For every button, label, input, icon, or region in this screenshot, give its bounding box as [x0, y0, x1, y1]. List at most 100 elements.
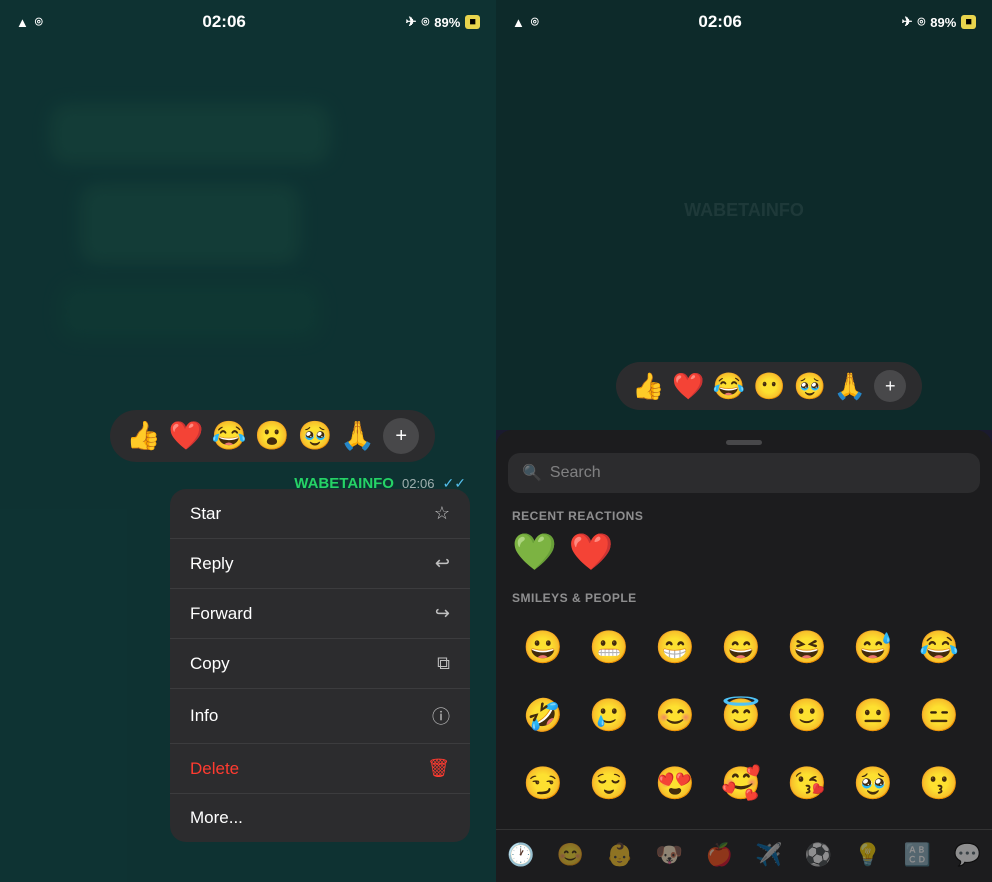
- context-menu-star[interactable]: Star ☆: [170, 489, 470, 539]
- emoji-category-bar: 🕐 😊 👶 🐶 🍎 ✈️ ⚽ 💡 🔠 💬: [496, 829, 992, 882]
- right-reaction-neutral[interactable]: 😶: [753, 373, 785, 399]
- emoji-smiling-hearts[interactable]: 🥰: [710, 753, 772, 813]
- reaction-pray[interactable]: 🙏: [340, 422, 375, 450]
- emoji-relieved2[interactable]: 😌: [578, 753, 640, 813]
- right-status-time: 02:06: [698, 12, 741, 32]
- recent-emoji-2[interactable]: ❤️: [569, 531, 614, 573]
- reaction-crying[interactable]: 🥹: [298, 422, 333, 450]
- wifi-icon: ⌾: [35, 14, 43, 30]
- emoji-sweat-smile[interactable]: 😅: [842, 617, 904, 677]
- battery-icon: ■: [465, 15, 480, 29]
- reaction-laugh[interactable]: 😂: [212, 422, 247, 450]
- status-time: 02:06: [202, 12, 245, 32]
- right-panel: ▲ ⌾ 02:06 ✈ ⌾ 89% ■ WABETAINFO 👍 ❤️ 😂 😶 …: [496, 0, 992, 882]
- status-right-icons: ✈ ⌾ 89% ■: [406, 14, 480, 30]
- category-food[interactable]: 🍎: [701, 838, 736, 872]
- right-reaction-heart[interactable]: ❤️: [672, 373, 704, 399]
- recent-reactions-label: RECENT REACTIONS: [496, 503, 992, 531]
- context-menu-reply[interactable]: Reply ↩: [170, 539, 470, 589]
- emoji-beaming[interactable]: 😁: [644, 617, 706, 677]
- reaction-more-button[interactable]: +: [383, 418, 419, 454]
- battery-percent: 89%: [434, 15, 460, 30]
- category-recent[interactable]: 🕐: [503, 838, 538, 872]
- right-reaction-more-button[interactable]: +: [874, 370, 906, 402]
- emoji-rolling-laugh[interactable]: 🤣: [512, 685, 574, 745]
- emoji-innocent[interactable]: 😇: [710, 685, 772, 745]
- context-menu-info[interactable]: Info ⓘ: [170, 689, 470, 744]
- right-top-bg: ▲ ⌾ 02:06 ✈ ⌾ 89% ■ WABETAINFO 👍 ❤️ 😂 😶 …: [496, 0, 992, 430]
- emoji-expressionless[interactable]: 😑: [908, 685, 970, 745]
- category-animals[interactable]: 🐶: [652, 838, 687, 872]
- right-airplane-icon: ✈: [902, 14, 913, 30]
- star-icon: ☆: [434, 503, 450, 524]
- emoji-grin[interactable]: 😄: [710, 617, 772, 677]
- wifi-icon-2: ⌾: [421, 14, 429, 30]
- right-wifi-icon: ⌾: [531, 14, 539, 30]
- reply-icon: ↩: [435, 553, 450, 574]
- category-activities[interactable]: ⚽: [801, 838, 836, 872]
- delete-label: Delete: [190, 759, 239, 779]
- emoji-grimacing[interactable]: 😬: [578, 617, 640, 677]
- reaction-surprised[interactable]: 😮: [255, 422, 290, 450]
- reply-label: Reply: [190, 554, 233, 574]
- emoji-kissing-heart[interactable]: 😘: [776, 753, 838, 813]
- category-objects[interactable]: 💡: [850, 838, 885, 872]
- emoji-grid: 😀 😬 😁 😄 😆 😅 😂 🤣 🥲 😊 😇 🙂 😐 😑 😏 😌: [496, 613, 992, 829]
- reaction-bar: 👍 ❤️ 😂 😮 🥹 🙏 +: [110, 410, 435, 462]
- status-left-icons: ▲ ⌾: [16, 14, 43, 30]
- emoji-rofl[interactable]: 😂: [908, 617, 970, 677]
- forward-icon: ↪: [435, 603, 450, 624]
- copy-icon: ⧉: [437, 653, 450, 674]
- context-menu-forward[interactable]: Forward ↪: [170, 589, 470, 639]
- right-reaction-pray[interactable]: 🙏: [834, 373, 866, 399]
- emoji-kissing[interactable]: 😗: [908, 753, 970, 813]
- emoji-heart-eyes[interactable]: 😍: [644, 753, 706, 813]
- category-symbols[interactable]: 🔠: [900, 838, 935, 872]
- right-reaction-bar: 👍 ❤️ 😂 😶 🥹 🙏 +: [616, 362, 922, 410]
- smileys-label: SMILEYS & PEOPLE: [496, 585, 992, 613]
- emoji-row-2: 🤣 🥲 😊 😇 🙂 😐 😑: [504, 681, 984, 749]
- emoji-smiling-tear[interactable]: 🥲: [578, 685, 640, 745]
- right-reaction-teary[interactable]: 🥹: [794, 373, 826, 399]
- right-signal-icon: ▲: [512, 15, 525, 30]
- emoji-grinning[interactable]: 😀: [512, 617, 574, 677]
- category-people[interactable]: 👶: [602, 838, 637, 872]
- context-menu-copy[interactable]: Copy ⧉: [170, 639, 470, 689]
- recent-emoji-1[interactable]: 💚: [512, 531, 557, 573]
- search-icon: 🔍: [522, 463, 542, 483]
- emoji-bottom-sheet: 🔍 Search RECENT REACTIONS 💚 ❤️ SMILEYS &…: [496, 430, 992, 882]
- star-label: Star: [190, 504, 221, 524]
- emoji-laughing[interactable]: 😆: [776, 617, 838, 677]
- emoji-row-3: 😏 😌 😍 🥰 😘 🥹 😗: [504, 749, 984, 817]
- emoji-smirk[interactable]: 😏: [512, 753, 574, 813]
- right-wifi-icon-2: ⌾: [917, 14, 925, 30]
- right-reaction-thumbsup[interactable]: 👍: [632, 373, 664, 399]
- category-travel[interactable]: ✈️: [751, 838, 786, 872]
- forward-label: Forward: [190, 604, 252, 624]
- trash-icon: 🗑: [427, 758, 450, 779]
- right-reaction-laugh[interactable]: 😂: [713, 373, 745, 399]
- copy-label: Copy: [190, 654, 230, 674]
- search-placeholder: Search: [550, 464, 601, 482]
- context-menu-delete[interactable]: Delete 🗑: [170, 744, 470, 794]
- left-panel: ▲ ⌾ 02:06 ✈ ⌾ 89% ■ WABETAINFO 👍 ❤️ 😂 😮 …: [0, 0, 496, 882]
- emoji-relieved[interactable]: 😊: [644, 685, 706, 745]
- reaction-thumbsup[interactable]: 👍: [126, 422, 161, 450]
- emoji-neutral[interactable]: 😐: [842, 685, 904, 745]
- plus-icon: +: [395, 425, 407, 448]
- context-menu-more[interactable]: More...: [170, 794, 470, 842]
- reaction-heart[interactable]: ❤️: [169, 422, 204, 450]
- right-battery-percent: 89%: [930, 15, 956, 30]
- category-smileys[interactable]: 😊: [553, 838, 588, 872]
- emoji-search-bar[interactable]: 🔍 Search: [508, 453, 980, 493]
- signal-icon: ▲: [16, 15, 29, 30]
- right-plus-icon: +: [885, 376, 896, 397]
- emoji-slightly-smiling[interactable]: 🙂: [776, 685, 838, 745]
- right-status-left-icons: ▲ ⌾: [512, 14, 539, 30]
- category-flags[interactable]: 💬: [949, 838, 984, 872]
- right-status-bar: ▲ ⌾ 02:06 ✈ ⌾ 89% ■: [496, 0, 992, 44]
- right-watermark: WABETAINFO: [684, 200, 804, 221]
- recent-reactions-row: 💚 ❤️: [496, 531, 992, 585]
- context-menu: Star ☆ Reply ↩ Forward ↪ Copy ⧉ Info ⓘ D…: [170, 489, 470, 842]
- emoji-holding-back-tears[interactable]: 🥹: [842, 753, 904, 813]
